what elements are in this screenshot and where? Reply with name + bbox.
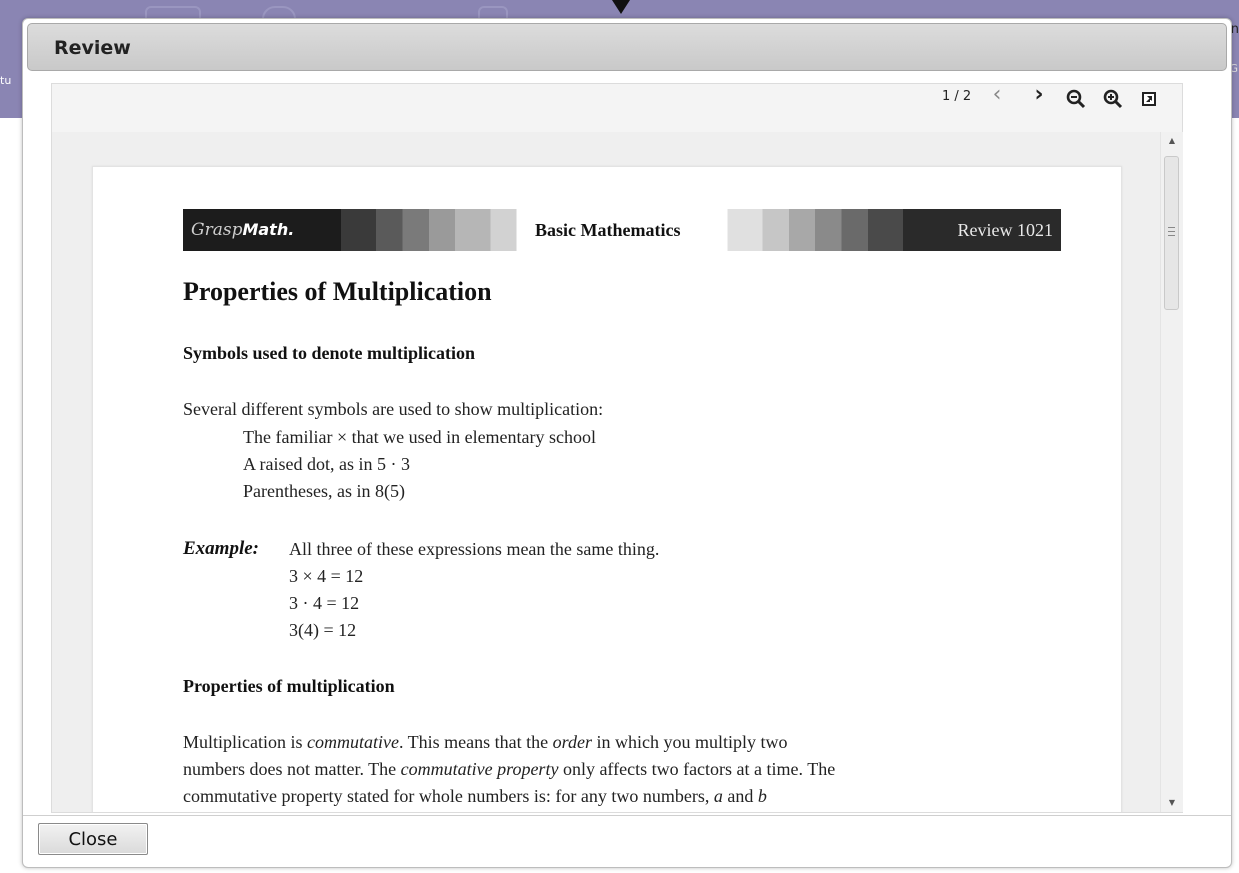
scrollbar-thumb[interactable] bbox=[1164, 156, 1179, 310]
document-banner: GraspMath. Basic Mathematics Review 1021 bbox=[183, 209, 1061, 251]
close-button[interactable]: Close bbox=[38, 823, 148, 855]
zoom-out-icon[interactable] bbox=[1065, 88, 1087, 110]
banner-review-number: Review 1021 bbox=[957, 220, 1053, 240]
section-heading: Symbols used to denote multiplication bbox=[183, 343, 476, 363]
zoom-in-icon[interactable] bbox=[1102, 88, 1124, 110]
dialog-header[interactable]: Review bbox=[27, 23, 1227, 71]
scroll-down-icon[interactable]: ▼ bbox=[1161, 794, 1183, 812]
paragraph-line: numbers does not matter. The commutative… bbox=[183, 759, 836, 779]
document-page: GraspMath. Basic Mathematics Review 1021… bbox=[92, 166, 1122, 812]
document-scroll-area[interactable]: GraspMath. Basic Mathematics Review 1021… bbox=[52, 132, 1160, 812]
chevron-left-icon[interactable]: ‹ bbox=[986, 84, 1008, 106]
paragraph-line: commutative property stated for whole nu… bbox=[183, 786, 767, 806]
example-line: 3 · 4 = 12 bbox=[289, 593, 360, 613]
background-text: tu bbox=[0, 74, 12, 87]
review-dialog: Review 1 / 2 ‹ › GraspMath. Basic Mathem… bbox=[22, 18, 1232, 868]
banner-subject: Basic Mathematics bbox=[535, 220, 681, 240]
dialog-title: Review bbox=[54, 37, 131, 59]
list-item: The familiar × that we used in elementar… bbox=[243, 427, 597, 447]
example-line: 3 × 4 = 12 bbox=[289, 566, 364, 586]
paragraph: Several different symbols are used to sh… bbox=[183, 399, 604, 419]
paragraph-line: Multiplication is commutative. This mean… bbox=[183, 732, 788, 752]
viewer-toolbar: 1 / 2 ‹ › bbox=[52, 84, 1182, 133]
vertical-scrollbar[interactable]: ▲ ▼ bbox=[1160, 132, 1183, 812]
graspmath-logo: GraspMath. bbox=[191, 220, 295, 240]
footer-divider bbox=[23, 815, 1231, 816]
list-item: Parentheses, as in 8(5) bbox=[243, 481, 405, 501]
pointer-arrow-icon bbox=[612, 0, 630, 14]
page-indicator: 1 / 2 bbox=[942, 89, 972, 104]
document-viewer: 1 / 2 ‹ › GraspMath. Basic Mathematics R… bbox=[51, 83, 1183, 813]
example-label: Example: bbox=[183, 538, 259, 559]
chevron-right-icon[interactable]: › bbox=[1028, 84, 1050, 106]
example-text: All three of these expressions mean the … bbox=[289, 539, 660, 559]
section-heading: Properties of multiplication bbox=[183, 676, 395, 696]
document-title: Properties of Multiplication bbox=[183, 277, 492, 306]
scroll-up-icon[interactable]: ▲ bbox=[1161, 132, 1183, 150]
list-item: A raised dot, as in 5 · 3 bbox=[243, 454, 410, 474]
popout-icon[interactable] bbox=[1138, 88, 1160, 110]
grip-icon bbox=[1168, 227, 1175, 236]
example-line: 3(4) = 12 bbox=[289, 620, 357, 640]
